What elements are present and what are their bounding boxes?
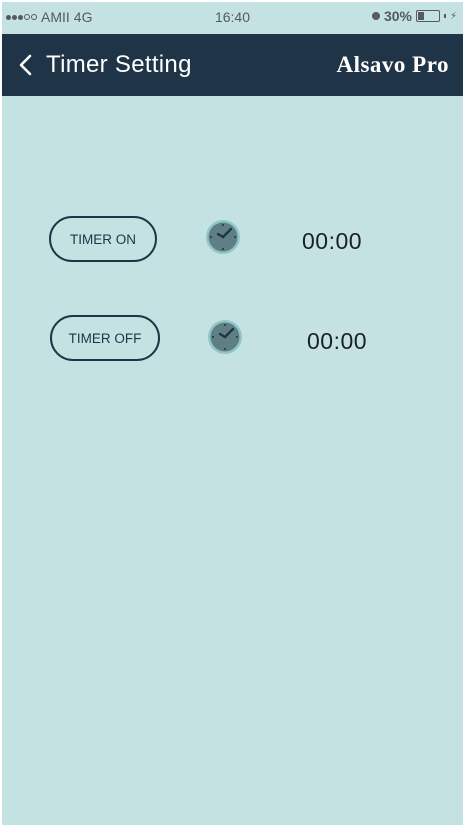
status-right: 30% ⚡ <box>371 8 457 24</box>
chevron-left-icon[interactable] <box>16 53 34 77</box>
page-title: Timer Setting <box>46 51 192 78</box>
timer-on-row: TIMER ON 00:00 <box>2 216 463 266</box>
timer-on-label: TIMER ON <box>70 231 136 247</box>
timer-off-time[interactable]: 00:00 <box>307 328 367 355</box>
alarm-icon <box>371 12 380 20</box>
app-screen: AMII 4G 16:40 30% ⚡ Timer Setting Alsavo… <box>2 2 463 825</box>
timer-off-button[interactable]: TIMER OFF <box>50 315 160 361</box>
timer-on-time[interactable]: 00:00 <box>302 228 362 255</box>
clock-icon[interactable] <box>205 219 241 255</box>
battery-percent: 30% <box>383 8 412 24</box>
battery-tip <box>443 14 446 18</box>
timer-on-button[interactable]: TIMER ON <box>49 216 157 262</box>
brand-name: Alsavo Pro <box>336 52 449 77</box>
back-button[interactable]: Timer Setting <box>16 34 192 96</box>
status-bar: AMII 4G 16:40 30% ⚡ <box>2 2 463 34</box>
clock-icon[interactable] <box>207 319 243 355</box>
charging-icon: ⚡ <box>449 10 457 22</box>
timer-off-row: TIMER OFF 00:00 <box>2 315 463 365</box>
timer-off-label: TIMER OFF <box>68 330 142 346</box>
battery-icon <box>415 10 440 22</box>
nav-bar: Timer Setting Alsavo Pro <box>2 34 463 96</box>
battery-fill <box>417 12 424 20</box>
